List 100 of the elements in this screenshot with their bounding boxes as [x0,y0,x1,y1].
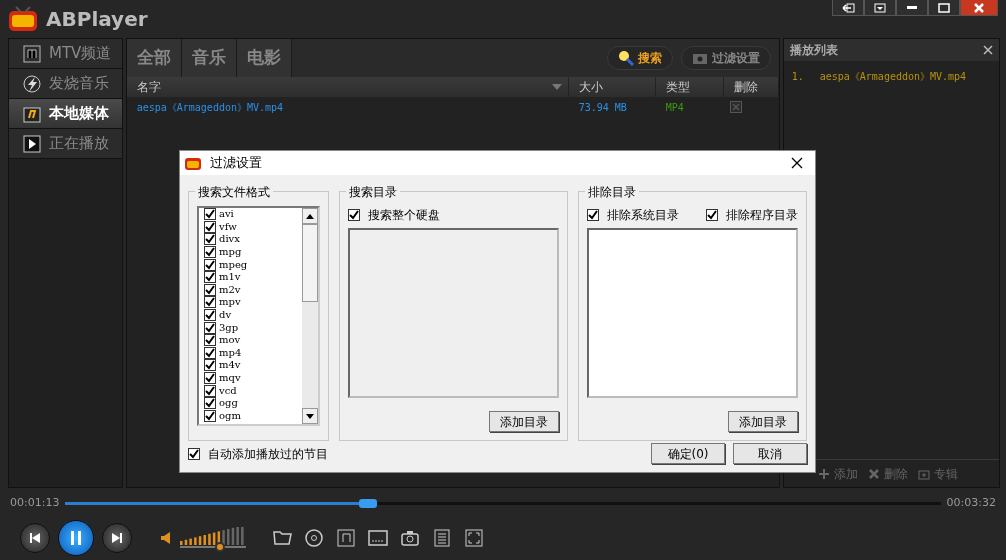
file-size: 73.94 MB [578,101,627,113]
checkbox[interactable] [706,209,718,221]
sidebar-item[interactable]: 正在播放 [9,129,122,159]
checkbox[interactable] [204,296,216,309]
tab[interactable]: 全部 [126,39,182,77]
search-button[interactable]: 搜索 [606,46,673,70]
format-label: mpv [219,296,241,309]
playlist-item[interactable]: aespa《Armageddon》MV.mp4 [819,69,967,84]
group-label: 搜索文件格式 [195,183,273,201]
scroll-down-icon[interactable] [306,413,314,419]
checkbox[interactable] [204,309,216,322]
checkbox[interactable] [204,384,216,397]
format-label: mpeg [219,258,248,271]
checkbox[interactable] [204,233,216,246]
play-icon [23,134,41,153]
tab[interactable]: 电影 [236,39,292,77]
format-label: ogg [219,397,238,410]
checkbox[interactable] [204,220,216,233]
add-directory-button[interactable]: 添加目录 [728,411,798,432]
ok-button[interactable]: 确定(0) [651,443,725,464]
progress-bar[interactable] [65,501,941,505]
format-label: avi [219,208,234,221]
speaker-icon [160,531,172,545]
disc-icon [304,528,324,548]
checkbox-label: 排除程序目录 [726,207,798,224]
volume-handle[interactable] [214,542,225,552]
cancel-button[interactable]: 取消 [733,443,807,464]
playlist-action[interactable]: 添加 [817,464,858,483]
maximize-icon [937,2,951,13]
previous-button[interactable] [20,523,50,553]
checkbox[interactable] [204,271,216,284]
playlist-action[interactable]: 专辑 [917,464,958,483]
checkbox[interactable] [348,209,360,221]
progress-handle[interactable] [359,498,378,508]
folder-icon [272,528,292,548]
scrollbar[interactable] [302,208,318,424]
format-label: mqv [219,372,241,384]
dropdown-icon [873,2,887,13]
scroll-up-icon[interactable] [306,213,314,219]
fullscreen-icon [464,528,484,548]
disc-button[interactable] [304,528,324,548]
sidebar-item[interactable]: MTV频道 [9,39,122,69]
maximize-button[interactable] [928,0,960,16]
add-directory-button[interactable]: 添加目录 [489,411,559,432]
minimize-button[interactable] [896,0,928,16]
plus-icon [817,467,830,480]
restore-button[interactable] [832,0,864,16]
volume-slider[interactable] [180,527,246,549]
folder-button[interactable] [272,528,292,548]
sidebar-item[interactable]: 发烧音乐 [9,69,122,99]
next-button[interactable] [102,523,132,553]
checkbox[interactable] [587,209,599,221]
checkbox[interactable] [204,346,216,359]
app-logo-icon [8,6,38,32]
fullscreen-button[interactable] [464,528,484,548]
search-icon [617,50,634,66]
list-button[interactable] [432,528,452,548]
checkbox[interactable] [204,334,216,347]
format-label: mpg [219,246,242,259]
checkbox[interactable] [204,409,216,422]
subtitle-icon [368,528,388,548]
checkbox[interactable] [188,447,200,460]
checkbox[interactable] [204,359,216,372]
close-icon [983,45,993,55]
checkbox[interactable] [204,321,216,334]
camera-button[interactable] [400,528,420,548]
pause-icon [69,530,83,546]
close-button[interactable] [791,157,803,169]
previous-icon [29,532,41,544]
checkbox[interactable] [204,246,216,259]
dialog-title: 过滤设置 [210,154,262,173]
file-name: aespa《Armageddon》MV.mp4 [136,101,284,113]
total-time: 00:03:32 [946,494,996,511]
column-header[interactable]: 删除 [733,78,758,96]
pause-button[interactable] [58,520,94,556]
sidebar-item[interactable]: 本地媒体 [9,99,122,129]
column-header[interactable]: 名字 [136,78,161,96]
checkbox[interactable] [204,397,216,410]
checkbox[interactable] [204,283,216,296]
filter-settings-button[interactable]: 过滤设置 [680,46,771,70]
format-label: 3gp [219,321,239,334]
close-button[interactable] [983,45,993,55]
subtitle-button[interactable] [368,528,388,548]
music-folder-icon [23,104,41,123]
column-header[interactable]: 类型 [665,78,690,96]
file-type: MP4 [665,101,684,113]
checkbox[interactable] [204,372,216,384]
checkbox[interactable] [204,208,216,221]
sort-icon [551,84,562,90]
album-icon [917,467,930,480]
elapsed-time: 00:01:13 [10,494,60,511]
format-label: vcd [219,384,237,397]
column-header[interactable]: 大小 [578,78,603,96]
group-label: 排除目录 [585,183,639,201]
dropdown-button[interactable] [864,0,896,16]
close-button[interactable] [960,0,998,16]
checkbox[interactable] [204,258,216,271]
tab[interactable]: 音乐 [181,39,237,77]
playlist-action[interactable]: 删除 [867,464,908,483]
checkbox-label: 排除系统目录 [607,207,679,224]
